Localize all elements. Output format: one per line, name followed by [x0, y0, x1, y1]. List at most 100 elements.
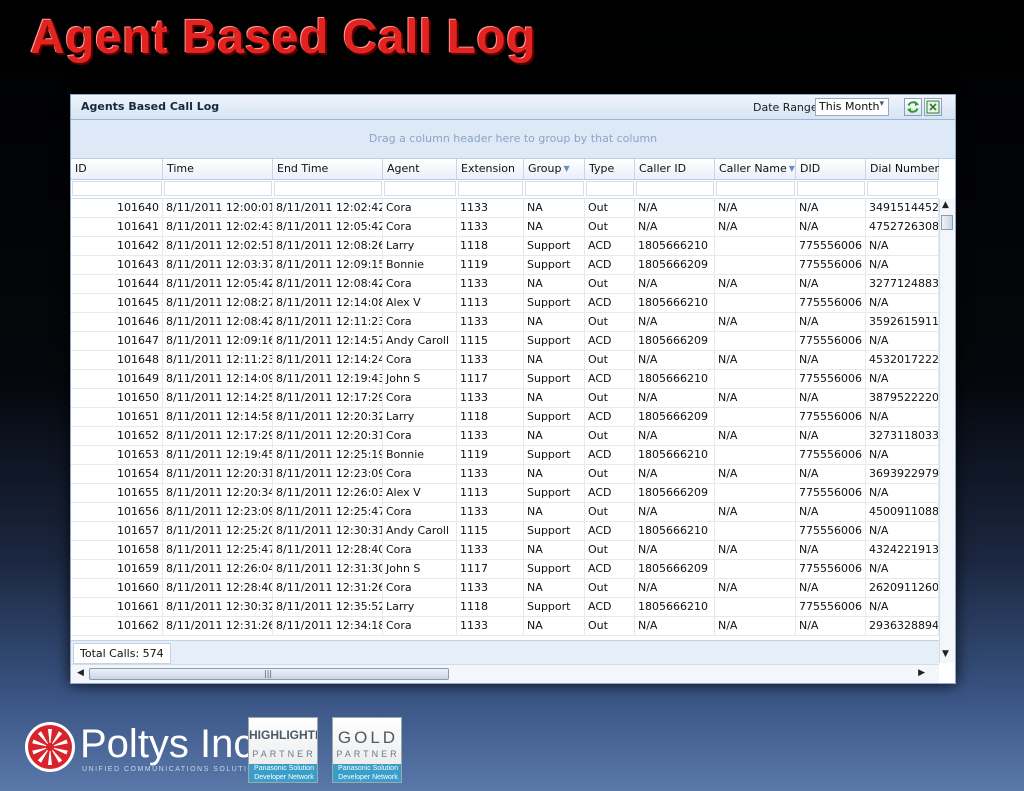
cell-extension: 1133: [457, 218, 524, 236]
table-row[interactable]: 101654 8/11/2011 12:20:31 8/11/2011 12:23:…: [71, 465, 939, 484]
horizontal-scrollbar[interactable]: ◀ ||| ▶: [71, 664, 939, 683]
cell-caller-name: [715, 446, 796, 464]
table-row[interactable]: 101653 8/11/2011 12:19:45 8/11/2011 12:25:…: [71, 446, 939, 465]
filter-input-caller-id[interactable]: [636, 181, 714, 196]
table-row[interactable]: 101660 8/11/2011 12:28:40 8/11/2011 12:31:…: [71, 579, 939, 598]
cell-group: Support: [524, 408, 585, 426]
column-header-type[interactable]: Type: [585, 159, 635, 179]
cell-group: Support: [524, 256, 585, 274]
column-header-extension[interactable]: Extension: [457, 159, 524, 179]
table-row[interactable]: 101643 8/11/2011 12:03:37 8/11/2011 12:09:…: [71, 256, 939, 275]
cell-caller-name: [715, 370, 796, 388]
cell-agent: Cora: [383, 313, 457, 331]
cell-end-time: 8/11/2011 12:14:57: [273, 332, 383, 350]
cell-time: 8/11/2011 12:25:20: [163, 522, 273, 540]
table-row[interactable]: 101662 8/11/2011 12:31:26 8/11/2011 12:34:…: [71, 617, 939, 636]
vertical-scrollbar[interactable]: ▲ ▼: [939, 199, 955, 663]
filter-icon[interactable]: ▼: [789, 164, 795, 173]
table-row[interactable]: 101648 8/11/2011 12:11:23 8/11/2011 12:14:…: [71, 351, 939, 370]
cell-end-time: 8/11/2011 12:05:42: [273, 218, 383, 236]
table-row[interactable]: 101659 8/11/2011 12:26:04 8/11/2011 12:31:…: [71, 560, 939, 579]
cell-group: NA: [524, 579, 585, 597]
total-calls: Total Calls: 574: [73, 643, 171, 664]
cell-extension: 1117: [457, 370, 524, 388]
cell-time: 8/11/2011 12:17:29: [163, 427, 273, 445]
table-row[interactable]: 101645 8/11/2011 12:08:27 8/11/2011 12:14:…: [71, 294, 939, 313]
filter-icon[interactable]: ▼: [564, 164, 570, 173]
column-header-group[interactable]: Group ▼: [524, 159, 585, 179]
cell-id: 101642: [71, 237, 163, 255]
cell-end-time: 8/11/2011 12:17:29: [273, 389, 383, 407]
cell-id: 101641: [71, 218, 163, 236]
table-row[interactable]: 101644 8/11/2011 12:05:42 8/11/2011 12:08:…: [71, 275, 939, 294]
scroll-thumb[interactable]: [941, 215, 953, 230]
scroll-down-icon[interactable]: ▼: [942, 649, 949, 659]
scroll-right-icon[interactable]: ▶: [918, 668, 925, 678]
column-header-end-time[interactable]: End Time: [273, 159, 383, 179]
table-row[interactable]: 101655 8/11/2011 12:20:34 8/11/2011 12:26:…: [71, 484, 939, 503]
cell-agent: Larry: [383, 408, 457, 426]
filter-input-extension[interactable]: [458, 181, 523, 196]
table-row[interactable]: 101650 8/11/2011 12:14:25 8/11/2011 12:17:…: [71, 389, 939, 408]
hscroll-thumb[interactable]: |||: [89, 668, 449, 680]
table-row[interactable]: 101649 8/11/2011 12:14:09 8/11/2011 12:19:…: [71, 370, 939, 389]
table-row[interactable]: 101640 8/11/2011 12:00:01 8/11/2011 12:02:…: [71, 199, 939, 218]
excel-export-button[interactable]: [924, 98, 942, 116]
cell-caller-id: N/A: [635, 579, 715, 597]
column-header-did[interactable]: DID: [796, 159, 866, 179]
group-by-drop-area[interactable]: Drag a column header here to group by th…: [71, 120, 955, 159]
column-header-agent[interactable]: Agent: [383, 159, 457, 179]
table-row[interactable]: 101658 8/11/2011 12:25:47 8/11/2011 12:28:…: [71, 541, 939, 560]
column-header-id[interactable]: ID: [71, 159, 163, 179]
filter-input-id[interactable]: [72, 181, 162, 196]
table-row[interactable]: 101661 8/11/2011 12:30:32 8/11/2011 12:35:…: [71, 598, 939, 617]
filter-input-did[interactable]: [797, 181, 865, 196]
cell-did: N/A: [796, 351, 866, 369]
call-log-panel: Agents Based Call Log Date Range This Mo…: [70, 94, 956, 684]
table-row[interactable]: 101657 8/11/2011 12:25:20 8/11/2011 12:30:…: [71, 522, 939, 541]
cell-id: 101655: [71, 484, 163, 502]
cell-extension: 1119: [457, 446, 524, 464]
cell-dial-number: 3277124883: [866, 275, 939, 293]
table-row[interactable]: 101641 8/11/2011 12:02:43 8/11/2011 12:05:…: [71, 218, 939, 237]
column-header-caller-name[interactable]: Caller Name ▼: [715, 159, 796, 179]
cell-caller-id: N/A: [635, 199, 715, 217]
cell-end-time: 8/11/2011 12:25:19: [273, 446, 383, 464]
table-row[interactable]: 101652 8/11/2011 12:17:29 8/11/2011 12:20:…: [71, 427, 939, 446]
cell-time: 8/11/2011 12:03:37: [163, 256, 273, 274]
date-range-select[interactable]: This Month ▾: [815, 98, 889, 116]
cell-did: 775556006: [796, 408, 866, 426]
scroll-up-icon[interactable]: ▲: [942, 200, 949, 210]
filter-input-agent[interactable]: [384, 181, 456, 196]
filter-input-dial-number[interactable]: [867, 181, 938, 196]
cell-type: Out: [585, 427, 635, 445]
cell-extension: 1113: [457, 484, 524, 502]
cell-did: 775556006: [796, 446, 866, 464]
cell-time: 8/11/2011 12:28:40: [163, 579, 273, 597]
table-row[interactable]: 101646 8/11/2011 12:08:42 8/11/2011 12:11:…: [71, 313, 939, 332]
scroll-left-icon[interactable]: ◀: [77, 668, 84, 678]
column-header-dial-number[interactable]: Dial Number: [866, 159, 939, 179]
cell-id: 101649: [71, 370, 163, 388]
filter-input-group[interactable]: [525, 181, 584, 196]
table-row[interactable]: 101656 8/11/2011 12:23:09 8/11/2011 12:25:…: [71, 503, 939, 522]
cell-end-time: 8/11/2011 12:31:26: [273, 579, 383, 597]
column-header-label: Type: [589, 162, 615, 175]
cell-dial-number: 3879522220: [866, 389, 939, 407]
filter-input-type[interactable]: [586, 181, 634, 196]
column-header-caller-id[interactable]: Caller ID: [635, 159, 715, 179]
table-row[interactable]: 101651 8/11/2011 12:14:58 8/11/2011 12:20:…: [71, 408, 939, 427]
cell-dial-number: N/A: [866, 408, 939, 426]
filter-input-caller-name[interactable]: [716, 181, 795, 196]
table-row[interactable]: 101647 8/11/2011 12:09:16 8/11/2011 12:14:…: [71, 332, 939, 351]
refresh-button[interactable]: [904, 98, 922, 116]
cell-extension: 1115: [457, 522, 524, 540]
filter-input-end-time[interactable]: [274, 181, 382, 196]
cell-did: N/A: [796, 617, 866, 635]
filter-input-time[interactable]: [164, 181, 272, 196]
cell-type: ACD: [585, 522, 635, 540]
column-header-time[interactable]: Time: [163, 159, 273, 179]
table-row[interactable]: 101642 8/11/2011 12:02:51 8/11/2011 12:08:…: [71, 237, 939, 256]
cell-type: Out: [585, 313, 635, 331]
cell-id: 101661: [71, 598, 163, 616]
